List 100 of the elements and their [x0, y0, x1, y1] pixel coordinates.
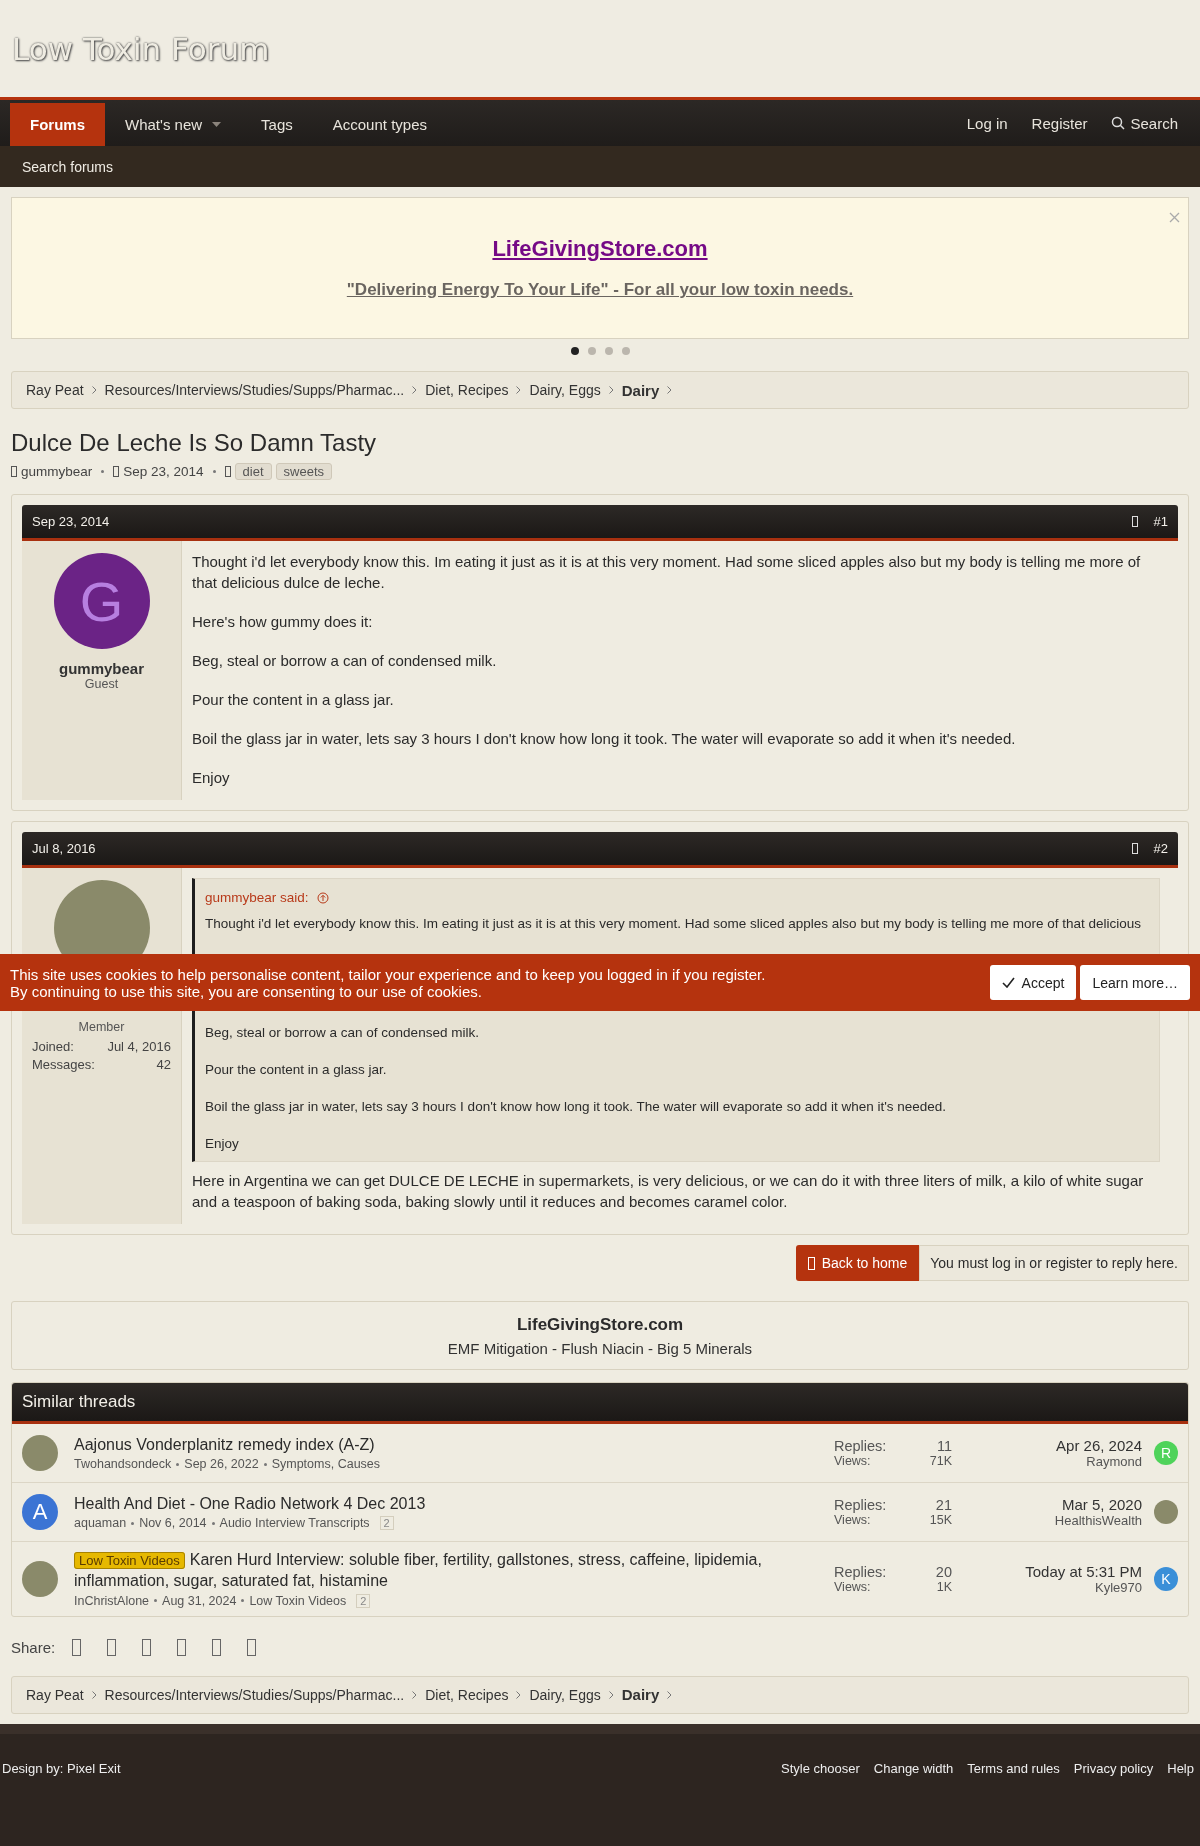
- author-link[interactable]: gummybear: [21, 464, 93, 479]
- thread-date[interactable]: Nov 6, 2014: [139, 1516, 207, 1531]
- views-count: 71K: [929, 1454, 952, 1468]
- thread-date[interactable]: Aug 31, 2024: [162, 1593, 237, 1608]
- checkmark-icon: [1001, 977, 1015, 988]
- user-avatar[interactable]: A: [22, 1494, 58, 1530]
- carousel-dot[interactable]: [621, 347, 630, 355]
- breadcrumb-link[interactable]: Dairy, Eggs: [529, 382, 601, 398]
- back-to-home-button[interactable]: Back to home: [795, 1245, 920, 1281]
- post-text: Enjoy: [192, 768, 231, 788]
- forum-link[interactable]: Audio Interview Transcripts: [219, 1516, 370, 1531]
- quote-text: Thought i'd let everybody know this. Im eating it just as it is at this very moment. Had some sliced apples also but my body is telling me more of that delicious: [205, 915, 1142, 933]
- quote-author-link[interactable]: gummybear said:: [205, 890, 329, 905]
- tag-link[interactable]: sweets: [275, 463, 333, 480]
- replies-count: 11: [936, 1438, 952, 1454]
- chevron-icon: [667, 1690, 673, 1699]
- nav-tab[interactable]: Account types: [312, 103, 447, 146]
- avatar-photo-placeholder[interactable]: [1154, 1500, 1178, 1524]
- carousel-dot[interactable]: [587, 347, 596, 355]
- last-poster-link[interactable]: HealthisWealth: [1054, 1513, 1142, 1528]
- sub-nav-link[interactable]: Search forums: [12, 158, 124, 175]
- breadcrumb-link[interactable]: Resources/Interviews/Studies/Supps/Pharmac...: [104, 382, 405, 398]
- thread-link[interactable]: Health And Diet - One Radio Network 4 Dec 2013: [74, 1493, 804, 1515]
- site-logo[interactable]: Low Toxin Forum: [12, 30, 270, 67]
- search-icon: [1111, 116, 1126, 130]
- post-text: Pour the content in a glass jar.: [192, 690, 395, 710]
- avatar-photo-placeholder[interactable]: [22, 1435, 58, 1471]
- post-date[interactable]: Sep 23, 2014: [32, 514, 110, 529]
- carousel-dot[interactable]: [604, 347, 613, 355]
- breadcrumb-link[interactable]: Resources/Interviews/Studies/Supps/Pharmac...: [104, 1686, 405, 1703]
- cookie-text: By continuing to use this site, you are consenting to our use of cookies.: [10, 982, 482, 1000]
- nav-link[interactable]: Register: [1019, 100, 1100, 146]
- views-count: 15K: [929, 1513, 952, 1527]
- learn-more-button[interactable]: Learn more…: [1080, 965, 1190, 1000]
- footer-link[interactable]: Change width: [873, 1760, 954, 1776]
- avatar-photo-placeholder[interactable]: [22, 1560, 58, 1597]
- forum-link[interactable]: Symptoms, Causes: [271, 1457, 381, 1472]
- separator-dot-icon: [211, 1521, 215, 1525]
- breadcrumb-link[interactable]: Ray Peat: [26, 382, 84, 398]
- separator-dot-icon: [101, 470, 105, 473]
- reply-notice: You must log in or register to reply here.: [919, 1245, 1189, 1281]
- last-post-date[interactable]: Apr 26, 2024: [1056, 1437, 1142, 1454]
- ad-tagline-link[interactable]: "Delivering Energy To Your Life" - For all your low toxin needs.: [346, 280, 854, 300]
- author-link[interactable]: Twohandsondeck: [74, 1457, 172, 1472]
- footer-link[interactable]: Privacy policy: [1073, 1760, 1154, 1776]
- stat-value: Jul 4, 2016: [107, 1038, 171, 1056]
- breadcrumb-link[interactable]: Dairy, Eggs: [529, 1686, 601, 1703]
- clock-glyph-icon: [113, 466, 120, 477]
- cookie-text: This site uses cookies to help personalise content, tailor your experience and to keep you logged in if you register.: [10, 965, 766, 983]
- thread-date[interactable]: Sep 26, 2022: [184, 1457, 259, 1472]
- thread-prefix-label[interactable]: Low Toxin Videos: [74, 1552, 185, 1569]
- thread-date[interactable]: Sep 23, 2014: [123, 464, 204, 479]
- username[interactable]: gummybear: [59, 660, 144, 677]
- nav-link[interactable]: Log in: [954, 100, 1020, 146]
- post-date[interactable]: Jul 8, 2016: [32, 841, 96, 856]
- user-glyph-icon: [11, 466, 17, 477]
- breadcrumb-link[interactable]: Diet, Recipes: [425, 1686, 509, 1703]
- user-title: Guest: [84, 677, 119, 691]
- last-poster-link[interactable]: Kyle970: [1095, 1579, 1142, 1595]
- last-post-date[interactable]: Mar 5, 2020: [1061, 1496, 1142, 1513]
- last-post-date[interactable]: Today at 5:31 PM: [1025, 1562, 1142, 1580]
- last-poster-link[interactable]: Raymond: [1086, 1454, 1142, 1469]
- store-link[interactable]: LifeGivingStore.com: [516, 1314, 684, 1335]
- replies-label: Replies:: [834, 1497, 887, 1513]
- chevron-icon: [516, 1690, 522, 1699]
- author-link[interactable]: InChristAlone: [74, 1593, 150, 1608]
- accept-button[interactable]: Accept: [989, 965, 1077, 1000]
- author-link[interactable]: aquaman: [74, 1516, 127, 1531]
- quote-text: Enjoy: [205, 1135, 240, 1153]
- separator-dot-icon: [176, 1462, 180, 1466]
- breadcrumb-link[interactable]: Diet, Recipes: [425, 382, 509, 398]
- breadcrumb-link[interactable]: Ray Peat: [26, 1686, 84, 1703]
- nav-tab[interactable]: Tags: [241, 103, 313, 146]
- home-glyph-icon: [807, 1256, 815, 1270]
- carousel-dot[interactable]: [570, 347, 579, 355]
- thread-link[interactable]: Low Toxin Videos Karen Hurd Interview: soluble fiber, fertility, gallstones, stress, caffeine, lipidemia, inflammation, sugar, saturated fat, histamine: [74, 1550, 804, 1592]
- post-number[interactable]: #1: [1153, 514, 1168, 529]
- chevron-icon: [516, 386, 522, 394]
- user-title: Member: [78, 1020, 125, 1034]
- post-number[interactable]: #2: [1153, 841, 1168, 856]
- nav-tab[interactable]: What's new: [105, 103, 242, 146]
- footer-link[interactable]: Style chooser: [781, 1760, 860, 1776]
- thread-link[interactable]: Aajonus Vonderplanitz remedy index (A-Z): [74, 1434, 804, 1456]
- forum-link[interactable]: Low Toxin Videos: [249, 1593, 347, 1608]
- breadcrumb-link[interactable]: Dairy: [621, 381, 660, 399]
- breadcrumb-link[interactable]: Dairy: [621, 1686, 660, 1704]
- footer-link[interactable]: Terms and rules: [967, 1760, 1060, 1776]
- post-text: Boil the glass jar in water, lets say 3 hours I don't know how long it took. The water will evaporate so add it when it's needed.: [192, 729, 1017, 749]
- nav-tab[interactable]: Forums: [10, 103, 105, 146]
- tag-link[interactable]: diet: [234, 463, 272, 480]
- search-button[interactable]: Search: [1099, 100, 1190, 146]
- ad-link[interactable]: LifeGivingStore.com: [492, 236, 708, 262]
- quote-text: Boil the glass jar in water, lets say 3 hours I don't know how long it took. The water will evaporate so add it when it's needed.: [205, 1098, 948, 1116]
- footer-link[interactable]: Help: [1167, 1760, 1194, 1776]
- design-credit: Design by: Pixel Exit: [2, 1760, 121, 1776]
- chevron-icon: [91, 386, 97, 394]
- quote-text: Beg, steal or borrow a can of condensed milk.: [205, 1024, 480, 1042]
- separator-dot-icon: [131, 1521, 135, 1525]
- chevron-icon: [608, 1690, 614, 1699]
- views-label: Views:: [834, 1513, 871, 1527]
